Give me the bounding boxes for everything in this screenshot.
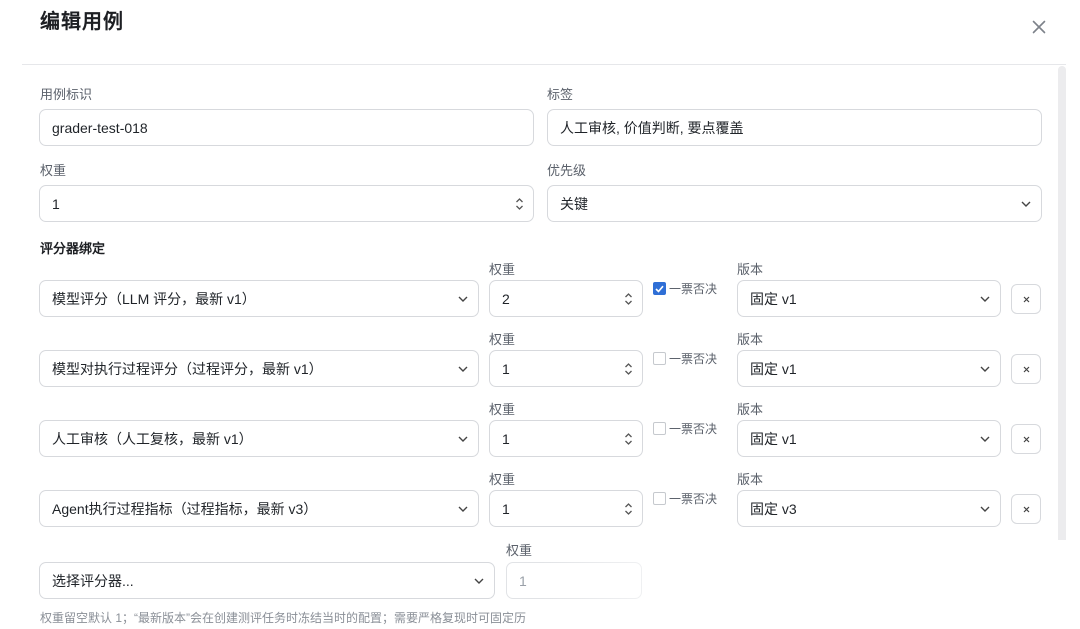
remove-grader-button[interactable] — [1011, 354, 1041, 384]
grader-select-value: 人工审核（人工复核，最新 v1） — [52, 430, 253, 447]
stepper-icon[interactable] — [614, 351, 642, 386]
new-grader-select[interactable]: 选择评分器... — [39, 562, 495, 599]
grader-select-value: Agent执行过程指标（过程指标，最新 v3） — [52, 500, 318, 517]
new-weight-input[interactable]: 1 — [506, 562, 642, 599]
chevron-down-icon — [970, 281, 1000, 316]
priority-select[interactable]: 关键 — [547, 185, 1042, 222]
weight-label: 权重 — [40, 163, 67, 178]
chevron-down-icon — [1011, 186, 1041, 221]
version-select-value: 固定 v3 — [750, 500, 797, 517]
grader-version-label: 版本 — [737, 472, 764, 487]
dialog-title: 编辑用例 — [40, 11, 124, 33]
grader-weight-label: 权重 — [489, 472, 516, 487]
remove-grader-button[interactable] — [1011, 424, 1041, 454]
priority-label: 优先级 — [547, 163, 587, 178]
tags-value: 人工审核, 价值判断, 要点覆盖 — [560, 119, 744, 136]
close-icon — [1023, 366, 1030, 373]
grader-select[interactable]: 模型评分（LLM 评分，最新 v1） — [39, 280, 479, 317]
new-grader-placeholder: 选择评分器... — [52, 572, 134, 589]
chevron-down-icon — [448, 421, 478, 456]
stepper-icon[interactable] — [505, 186, 533, 221]
case-id-label: 用例标识 — [40, 87, 93, 102]
tags-label: 标签 — [547, 87, 574, 102]
grader-weight-label: 权重 — [489, 332, 516, 347]
grader-weight-value: 1 — [502, 360, 510, 377]
close-icon — [1032, 20, 1046, 34]
grader-weight-input[interactable]: 1 — [489, 350, 643, 387]
checkbox-empty-icon[interactable] — [653, 352, 666, 365]
grader-weight-input[interactable]: 2 — [489, 280, 643, 317]
chevron-down-icon — [448, 491, 478, 526]
version-select[interactable]: 固定 v1 — [737, 280, 1001, 317]
stepper-icon[interactable] — [614, 421, 642, 456]
close-button[interactable] — [1026, 14, 1052, 40]
header-divider — [22, 64, 1066, 65]
version-select[interactable]: 固定 v3 — [737, 490, 1001, 527]
grader-weight-label: 权重 — [489, 262, 516, 277]
remove-grader-button[interactable] — [1011, 284, 1041, 314]
veto-checkbox[interactable]: 一票否决 — [653, 350, 717, 367]
grader-weight-value: 1 — [502, 500, 510, 517]
weight-value: 1 — [52, 195, 60, 212]
chevron-down-icon — [448, 281, 478, 316]
veto-label: 一票否决 — [669, 282, 718, 296]
veto-checkbox[interactable]: 一票否决 — [653, 420, 717, 437]
grader-select-value: 模型对执行过程评分（过程评分，最新 v1） — [52, 360, 323, 377]
remove-grader-button[interactable] — [1011, 494, 1041, 524]
new-weight-label: 权重 — [506, 543, 533, 558]
grader-weight-value: 1 — [502, 430, 510, 447]
chevron-down-icon — [464, 563, 494, 598]
tags-input[interactable]: 人工审核, 价值判断, 要点覆盖 — [547, 109, 1042, 146]
grader-version-label: 版本 — [737, 332, 764, 347]
checkbox-checked-icon[interactable] — [653, 282, 666, 295]
grader-select[interactable]: Agent执行过程指标（过程指标，最新 v3） — [39, 490, 479, 527]
close-icon — [1023, 436, 1030, 443]
grader-weight-label: 权重 — [489, 402, 516, 417]
hint-text: 权重留空默认 1；“最新版本”会在创建测评任务时冻结当时的配置；需要严格复现时可… — [40, 611, 527, 625]
grader-section-title: 评分器绑定 — [40, 241, 106, 256]
grader-select[interactable]: 人工审核（人工复核，最新 v1） — [39, 420, 479, 457]
version-select-value: 固定 v1 — [750, 430, 797, 447]
grader-weight-input[interactable]: 1 — [489, 420, 643, 457]
grader-select-value: 模型评分（LLM 评分，最新 v1） — [52, 290, 256, 307]
veto-label: 一票否决 — [669, 422, 718, 436]
veto-label: 一票否决 — [669, 492, 718, 506]
chevron-down-icon — [970, 351, 1000, 386]
close-icon — [1023, 296, 1030, 303]
checkbox-empty-icon[interactable] — [653, 492, 666, 505]
new-weight-value: 1 — [519, 572, 527, 589]
version-select-value: 固定 v1 — [750, 290, 797, 307]
case-id-value: grader-test-018 — [52, 119, 148, 136]
veto-checkbox[interactable]: 一票否决 — [653, 280, 717, 297]
stepper-icon[interactable] — [614, 491, 642, 526]
version-select-value: 固定 v1 — [750, 360, 797, 377]
priority-value: 关键 — [560, 195, 588, 212]
case-id-input[interactable]: grader-test-018 — [39, 109, 534, 146]
veto-label: 一票否决 — [669, 352, 718, 366]
chevron-down-icon — [970, 491, 1000, 526]
version-select[interactable]: 固定 v1 — [737, 420, 1001, 457]
stepper-icon[interactable] — [614, 281, 642, 316]
checkbox-empty-icon[interactable] — [653, 422, 666, 435]
grader-version-label: 版本 — [737, 262, 764, 277]
chevron-down-icon — [448, 351, 478, 386]
grader-version-label: 版本 — [737, 402, 764, 417]
close-icon — [1023, 506, 1030, 513]
version-select[interactable]: 固定 v1 — [737, 350, 1001, 387]
scrollbar[interactable] — [1058, 66, 1066, 546]
grader-weight-value: 2 — [502, 290, 510, 307]
veto-checkbox[interactable]: 一票否决 — [653, 490, 717, 507]
chevron-down-icon — [970, 421, 1000, 456]
grader-select[interactable]: 模型对执行过程评分（过程评分，最新 v1） — [39, 350, 479, 387]
weight-input[interactable]: 1 — [39, 185, 534, 222]
grader-weight-input[interactable]: 1 — [489, 490, 643, 527]
